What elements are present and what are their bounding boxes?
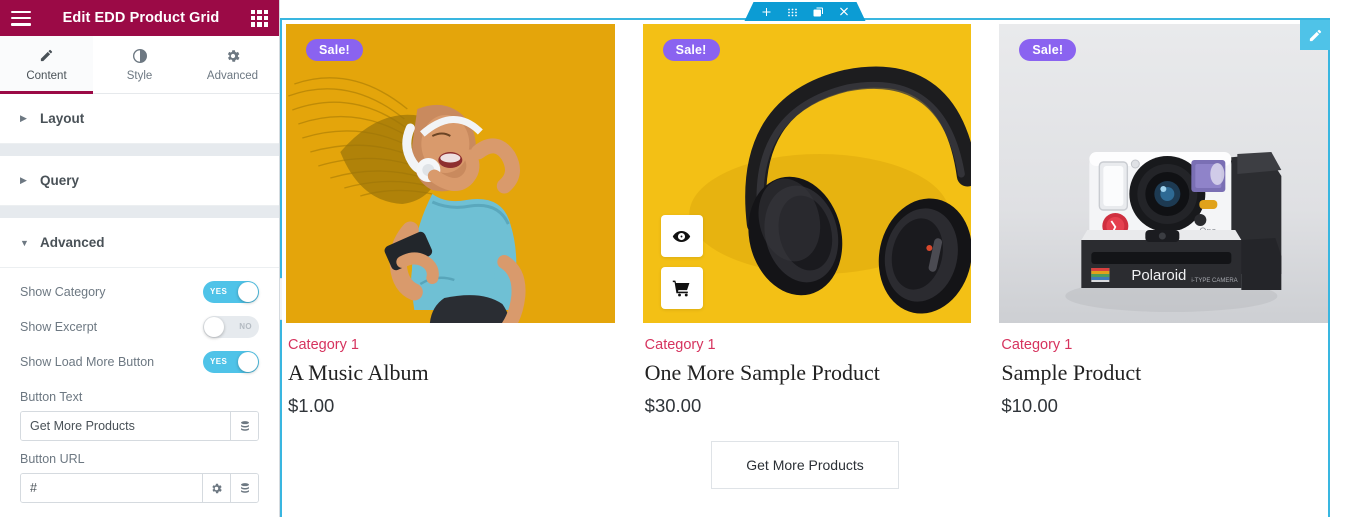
show-category-toggle[interactable]: YES: [203, 280, 259, 303]
product-card[interactable]: One Step 2: [999, 24, 1329, 417]
product-photo-music-album: [286, 24, 615, 323]
control-show-excerpt: Show Excerpt NO: [20, 309, 259, 344]
product-meta: Category 1 One More Sample Product $30.0…: [643, 323, 972, 417]
chevron-right-icon: ▶: [20, 113, 27, 123]
product-meta: Category 1 Sample Product $10.00: [999, 323, 1328, 417]
cart-icon[interactable]: [660, 267, 703, 309]
hamburger-icon[interactable]: [11, 10, 31, 26]
product-title[interactable]: One More Sample Product: [645, 360, 972, 386]
section-advanced[interactable]: ▼ Advanced: [0, 218, 279, 268]
product-card[interactable]: Sale! Category 1 One More Sample Product…: [642, 24, 972, 417]
product-photo-polaroid-camera: One Step 2: [999, 24, 1329, 323]
product-price: $1.00: [288, 395, 335, 416]
tab-content[interactable]: Content: [0, 36, 93, 94]
dynamic-tags-icon[interactable]: [230, 474, 258, 502]
elementor-editor: Edit EDD Product Grid Content Style Adva…: [0, 0, 1348, 517]
control-label: Show Category: [20, 284, 106, 299]
section-query-label: Query: [40, 173, 80, 188]
eye-icon[interactable]: [660, 215, 703, 257]
product-meta: Category 1 A Music Album $1.00: [286, 323, 615, 417]
button-url-input[interactable]: [21, 474, 202, 502]
advanced-controls: Show Category YES Show Excerpt NO Show L…: [0, 268, 279, 517]
gear-icon: [225, 47, 241, 64]
tab-style[interactable]: Style: [93, 36, 186, 93]
duplicate-icon[interactable]: [813, 6, 825, 18]
link-options-gear-icon[interactable]: [202, 474, 230, 502]
product-category[interactable]: Category 1: [645, 337, 972, 353]
section-divider: [0, 144, 279, 156]
toggle-value: YES: [210, 357, 228, 366]
product-grid: Sale! Category 1 A Music Album $1.00 Sal…: [282, 20, 1329, 417]
section-layout[interactable]: ▶ Layout: [0, 94, 279, 144]
button-url-label: Button URL: [20, 452, 85, 466]
tab-advanced-label: Advanced: [206, 70, 259, 82]
toggle-knob: [238, 281, 258, 302]
load-more-wrapper: Get More Products: [282, 441, 1328, 489]
edit-widget-handle[interactable]: [1300, 20, 1330, 50]
section-query[interactable]: ▶ Query: [0, 156, 279, 206]
product-title[interactable]: Sample Product: [1001, 360, 1328, 386]
sale-badge: Sale!: [662, 39, 720, 61]
panel-header: Edit EDD Product Grid: [0, 0, 279, 36]
product-image[interactable]: Sale!: [642, 24, 972, 323]
button-text-field[interactable]: [20, 411, 259, 441]
contrast-circle-icon: [132, 47, 148, 64]
button-text-label: Button Text: [20, 390, 83, 404]
section-advanced-label: Advanced: [40, 235, 105, 250]
chevron-right-icon: ▶: [20, 175, 27, 185]
grid-dots-icon[interactable]: [787, 6, 799, 18]
product-hover-actions: [660, 215, 703, 309]
panel-title: Edit EDD Product Grid: [62, 10, 220, 26]
product-price: $30.00: [644, 395, 702, 416]
show-excerpt-toggle[interactable]: NO: [203, 315, 259, 338]
panel-body: ▶ Layout ▶ Query ▼ Advanced Show Categor…: [0, 94, 279, 517]
toggle-value: YES: [210, 287, 228, 296]
tab-advanced[interactable]: Advanced: [186, 36, 279, 93]
button-text-input[interactable]: [21, 412, 230, 440]
pencil-icon: [39, 47, 54, 64]
selected-widget-outline: ‹: [280, 18, 1330, 517]
product-category[interactable]: Category 1: [1001, 337, 1328, 353]
chevron-down-icon: ▼: [20, 237, 29, 248]
chevron-left-icon[interactable]: ‹: [280, 278, 282, 320]
toggle-knob: [204, 316, 224, 337]
tab-style-label: Style: [126, 70, 153, 82]
show-load-more-toggle[interactable]: YES: [203, 350, 259, 373]
product-card[interactable]: Sale! Category 1 A Music Album $1.00: [286, 24, 615, 417]
control-show-load-more: Show Load More Button YES: [20, 344, 259, 379]
editor-panel: Edit EDD Product Grid Content Style Adva…: [0, 0, 280, 517]
section-layout-label: Layout: [40, 111, 85, 126]
svg-text:Polaroid: Polaroid: [1132, 267, 1187, 284]
dynamic-tags-icon[interactable]: [230, 412, 258, 440]
sale-badge: Sale!: [1019, 39, 1077, 61]
panel-tabs: Content Style Advanced: [0, 36, 279, 94]
product-price: $10.00: [1001, 395, 1058, 416]
control-show-category: Show Category YES: [20, 274, 259, 309]
product-title[interactable]: A Music Album: [288, 360, 615, 386]
svg-text:i-TYPE CAMERA: i-TYPE CAMERA: [1192, 278, 1238, 284]
load-more-button[interactable]: Get More Products: [711, 441, 899, 489]
preview-canvas: ‹: [280, 0, 1348, 517]
plus-icon[interactable]: [761, 6, 773, 18]
button-url-field[interactable]: [20, 473, 259, 503]
tab-content-label: Content: [26, 70, 67, 82]
control-label: Show Load More Button: [20, 354, 155, 369]
section-divider: [0, 206, 279, 218]
product-image[interactable]: One Step 2: [999, 24, 1329, 323]
toggle-value: NO: [239, 322, 252, 331]
product-category[interactable]: Category 1: [288, 337, 615, 353]
widget-toolbar: [745, 2, 866, 21]
sale-badge: Sale!: [306, 39, 363, 61]
control-label: Show Excerpt: [20, 319, 98, 334]
grid-apps-icon[interactable]: [251, 9, 268, 27]
product-image[interactable]: Sale!: [286, 24, 615, 323]
toggle-knob: [238, 351, 258, 372]
close-icon[interactable]: [839, 6, 850, 17]
